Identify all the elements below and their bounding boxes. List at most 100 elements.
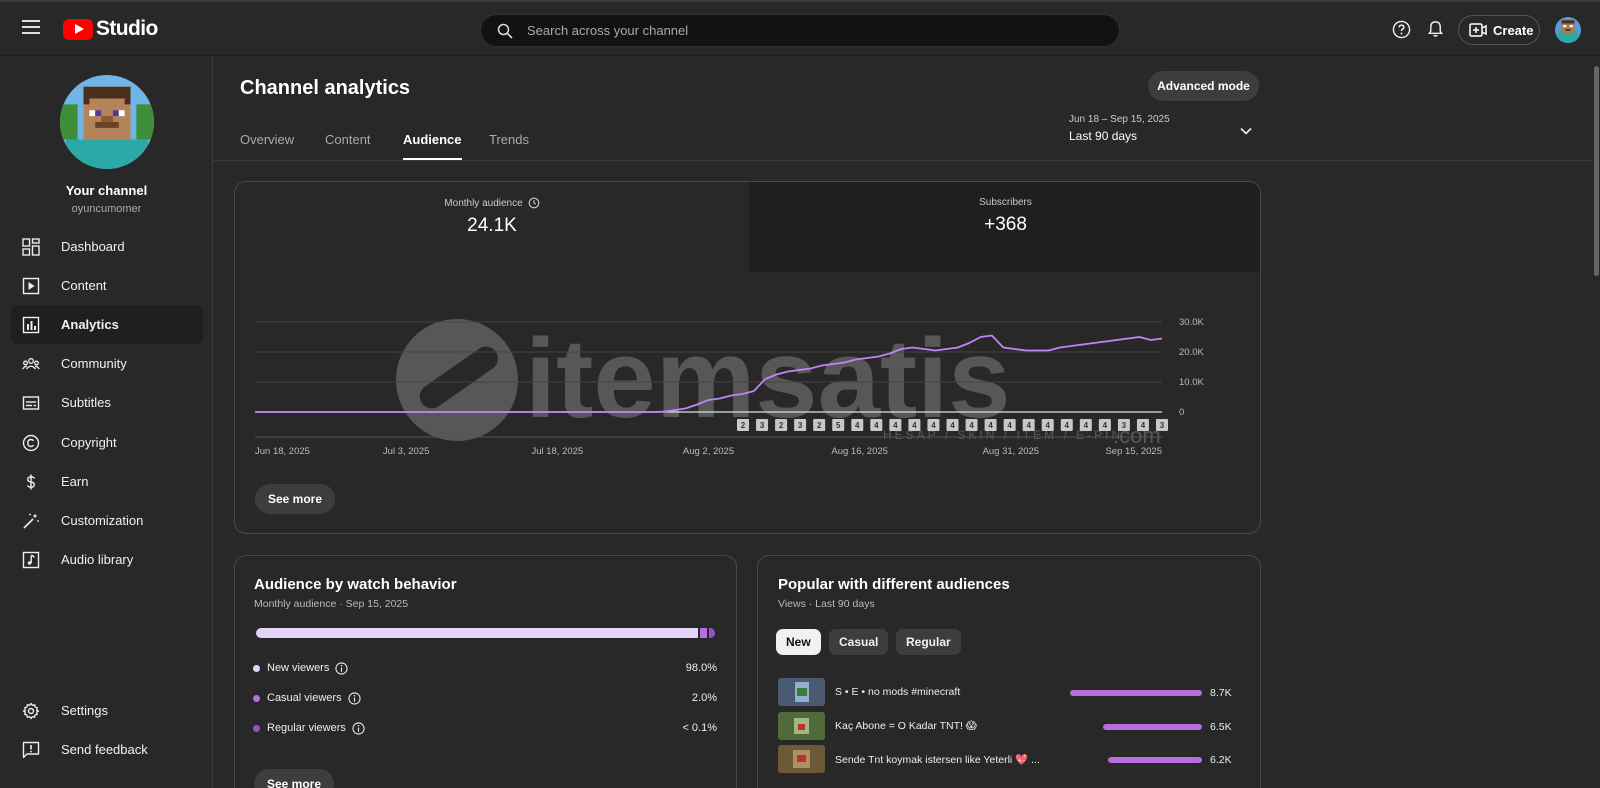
create-button[interactable]: Create [1458,15,1540,45]
help-icon[interactable] [1392,20,1411,39]
video-views-bar [1107,757,1202,763]
see-more-button[interactable]: See more [255,484,336,514]
audio-library-icon [22,551,40,568]
sidebar-item-label: Audio library [61,552,134,567]
video-row[interactable]: S • E • no mods #minecraft 8.7K [778,678,1236,706]
channel-avatar[interactable] [60,75,154,169]
event-badge: 2 [737,419,749,431]
see-more-behavior-button[interactable]: See more [254,769,335,788]
info-icon[interactable] [335,661,348,675]
event-badge-label: 3 [798,421,803,430]
sidebar-item-audio-library[interactable]: Audio library [11,540,203,579]
casual-viewers-segment [699,628,708,638]
chip-regular[interactable]: Regular [896,629,961,655]
x-tick-label: Aug 16, 2025 [831,446,888,457]
sidebar-item-label: Analytics [61,317,119,332]
sidebar-item-copyright[interactable]: Copyright [11,423,203,462]
regular-viewers-segment [709,628,716,638]
event-badge-label: 4 [1084,421,1089,430]
chip-new[interactable]: New [776,629,821,655]
video-thumbnail[interactable] [778,745,825,773]
event-badge: 4 [1060,419,1073,431]
gear-icon [22,702,40,719]
metric-tab-monthly-audience[interactable]: Monthly audience 24.1K [235,182,749,272]
content-icon [22,277,40,294]
event-badge: 4 [1003,419,1016,431]
account-avatar[interactable] [1555,17,1581,43]
watch-behavior-bar [256,628,716,638]
video-title[interactable]: Sende Tnt koymak istersen like Yeterli 💖… [835,753,1050,766]
x-tick-label: Jul 18, 2025 [531,446,583,457]
event-badge: 4 [1098,419,1111,431]
magic-wand-icon [23,513,39,529]
page-scrollbar-thumb[interactable] [1594,66,1599,276]
search-icon[interactable] [497,23,513,39]
event-badge-label: 4 [950,421,955,430]
sidebar-item-settings[interactable]: Settings [11,691,203,730]
create-label: Create [1493,22,1534,38]
search-input[interactable] [527,15,1097,46]
legend-row-new-viewers: New viewers 98.0% [253,659,717,677]
clock-icon [528,197,540,209]
chevron-down-icon[interactable] [1239,124,1253,138]
popular-audiences-title: Popular with different audiences [778,576,1010,593]
page-title: Channel analytics [240,77,411,99]
channel-avatar-image [60,75,154,169]
sidebar-item-analytics[interactable]: Analytics [11,305,203,344]
watch-behavior-title: Audience by watch behavior [254,576,457,593]
tab-audience[interactable]: Audience [403,132,462,160]
video-row[interactable]: Sende Tnt koymak istersen like Yeterli 💖… [778,745,1236,773]
sidebar-item-community[interactable]: Community [11,344,203,383]
tab-content[interactable]: Content [325,132,371,160]
y-tick-label: 30.0K [1179,317,1204,328]
y-tick-label: 10.0K [1179,377,1204,388]
event-badge: 4 [984,419,997,431]
sidebar-item-dashboard[interactable]: Dashboard [11,227,203,266]
event-badge: 4 [1041,419,1054,431]
metric-value: +368 [984,214,1027,235]
sidebar-item-content[interactable]: Content [11,266,203,305]
event-badge-label: 4 [893,421,898,430]
metric-label: Monthly audience [444,197,523,209]
tab-trends[interactable]: Trends [489,132,529,160]
dashboard-icon [22,237,40,256]
sidebar-item-send-feedback[interactable]: Send feedback [11,730,203,769]
chip-casual[interactable]: Casual [829,629,889,655]
event-badge-label: 4 [931,421,936,430]
sidebar-item-subtitles[interactable]: Subtitles [11,383,203,422]
legend-value: < 0.1% [682,722,717,734]
studio-logo[interactable]: Studio [63,17,158,41]
event-badge: 2 [775,419,788,431]
metric-tab-subscribers[interactable]: Subscribers +368 [749,182,1260,272]
legend-dot [253,664,260,672]
legend-label: New viewers [267,662,330,674]
sidebar-item-label: Dashboard [61,239,125,254]
event-badge-label: 4 [1141,421,1146,430]
youtube-play-icon [63,18,93,40]
video-title[interactable]: Kaç Abone = O Kadar TNT! 😱 [835,720,1050,732]
sidebar-item-label: Community [61,356,127,371]
menu-icon[interactable] [22,20,40,34]
video-row[interactable]: Kaç Abone = O Kadar TNT! 😱 6.5K [778,712,1236,740]
video-views: 6.2K [1210,754,1232,766]
event-badge-label: 4 [912,421,917,430]
tab-overview[interactable]: Overview [240,132,294,160]
metric-label: Subscribers [979,197,1032,208]
video-thumbnail[interactable] [778,712,825,740]
advanced-mode-button[interactable]: Advanced mode [1148,71,1259,101]
info-icon[interactable] [352,721,365,735]
sidebar-item-label: Customization [61,513,144,528]
sidebar-item-label: Earn [61,474,89,489]
event-badge-label: 3 [1160,421,1165,430]
video-thumbnail[interactable] [778,678,825,706]
event-badge: 4 [908,419,921,431]
date-range-picker[interactable]: Jun 18 – Sep 15, 2025 Last 90 days [1069,114,1170,143]
video-title[interactable]: S • E • no mods #minecraft [835,686,1050,698]
event-badge: 4 [851,419,864,431]
sidebar-item-earn[interactable]: Earn [11,462,203,501]
notifications-icon[interactable] [1426,19,1445,39]
sidebar-item-customization[interactable]: Customization [11,501,203,540]
channel-handle: oyuncumomer [71,203,142,215]
community-icon [22,357,40,369]
info-icon[interactable] [348,691,361,705]
